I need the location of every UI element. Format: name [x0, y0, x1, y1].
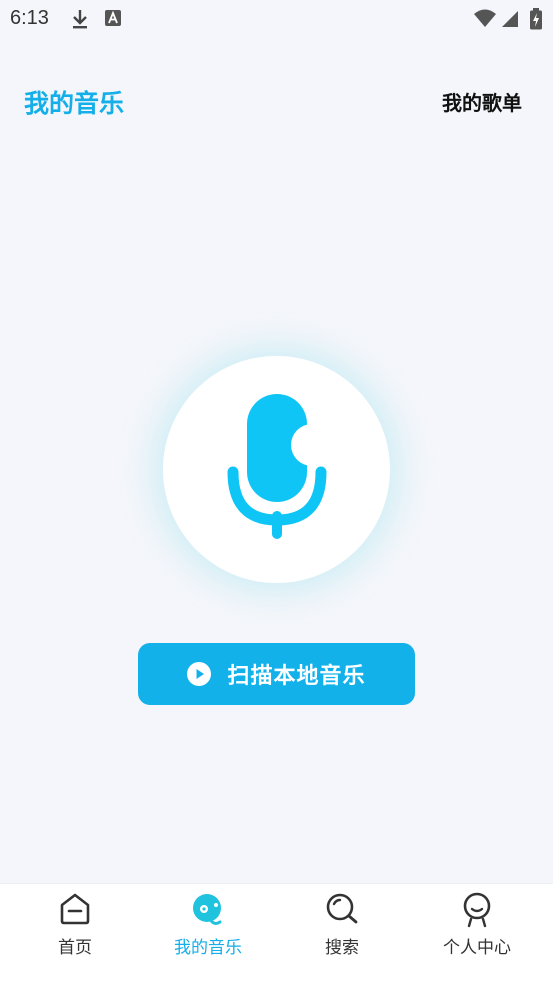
wifi-icon: [473, 8, 497, 32]
bottom-nav: 首页 我的音乐 搜索 个人中心: [0, 883, 553, 984]
nav-item-search[interactable]: 搜索: [273, 884, 411, 974]
nav-label-search: 搜索: [325, 938, 359, 958]
screen: 6:13 我的音乐 我的歌单 扫描本地音乐 首页 我的音乐 搜索 个人中心: [0, 0, 553, 984]
person-icon: [459, 892, 495, 932]
nav-item-profile[interactable]: 个人中心: [408, 884, 546, 974]
status-bar: 6:13: [0, 0, 553, 38]
nav-item-my-music[interactable]: 我的音乐: [139, 884, 277, 974]
scan-button-label: 扫描本地音乐: [227, 664, 366, 689]
page-title: 我的音乐: [24, 89, 125, 118]
nav-label-home: 首页: [58, 938, 92, 958]
microphone-icon: [227, 394, 333, 539]
nav-label-my-music: 我的音乐: [174, 938, 242, 958]
header: 我的音乐 我的歌单: [0, 70, 553, 130]
signal-icon: [500, 8, 520, 32]
status-time: 6:13: [10, 7, 49, 29]
scan-local-music-button[interactable]: 扫描本地音乐: [138, 643, 415, 705]
play-circle-icon: [187, 662, 212, 686]
download-icon: [70, 8, 90, 34]
microphone-circle[interactable]: [163, 356, 390, 583]
nav-item-home[interactable]: 首页: [6, 884, 144, 974]
battery-icon: [529, 8, 543, 34]
search-icon: [324, 892, 360, 930]
music-disc-icon: [190, 892, 226, 932]
text-a-icon: [104, 8, 122, 32]
nav-label-profile: 个人中心: [443, 938, 511, 958]
home-icon: [57, 892, 93, 930]
my-playlist-link[interactable]: 我的歌单: [442, 87, 522, 116]
